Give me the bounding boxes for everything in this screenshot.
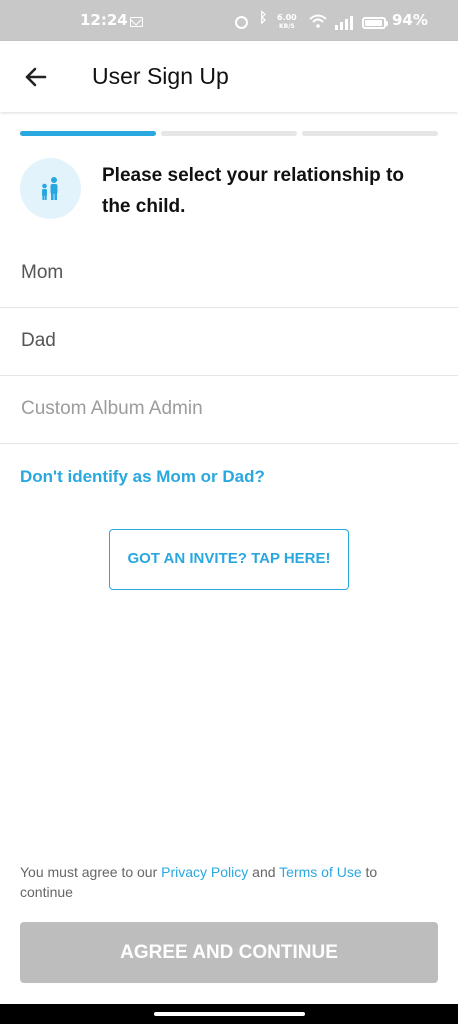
option-dad[interactable]: Dad (0, 308, 458, 376)
battery-percent: 94% (392, 11, 428, 29)
system-nav-bar (0, 1004, 458, 1024)
status-bar: 12:24 ᛒ 6.00 KB/S 94% (0, 0, 458, 41)
app-bar: User Sign Up (0, 41, 458, 112)
terms-prefix: You must agree to our (20, 864, 162, 880)
option-label: Custom Album Admin (21, 398, 203, 419)
identify-alternative-link[interactable]: Don't identify as Mom or Dad? (20, 467, 265, 487)
battery-icon (362, 17, 386, 29)
bluetooth-icon: ᛒ (259, 10, 268, 26)
mail-icon (130, 17, 143, 27)
back-button[interactable] (18, 59, 54, 95)
invite-button[interactable]: GOT AN INVITE? TAP HERE! (109, 529, 349, 590)
terms-of-use-link[interactable]: Terms of Use (279, 864, 361, 880)
option-mom[interactable]: Mom (0, 240, 458, 308)
wifi-icon (309, 14, 327, 28)
option-custom-album-admin[interactable]: Custom Album Admin (0, 376, 458, 444)
progress-step-2 (161, 131, 297, 136)
page-title: User Sign Up (92, 63, 229, 89)
home-indicator[interactable] (154, 1012, 305, 1016)
status-time: 12:24 (80, 11, 128, 29)
battery-tip (386, 21, 388, 26)
option-label: Dad (21, 330, 56, 351)
network-speed-unit: KB/S (279, 23, 295, 30)
option-label: Mom (21, 262, 64, 283)
progress-step-3 (302, 131, 438, 136)
network-speed: 6.00 KB/S (277, 14, 297, 31)
terms-middle: and (248, 864, 280, 880)
progress-steps (20, 131, 438, 136)
privacy-policy-link[interactable]: Privacy Policy (161, 864, 248, 880)
relationship-prompt: Please select your relationship to the c… (102, 165, 404, 217)
progress-step-1 (20, 131, 156, 136)
alarm-icon (235, 16, 248, 29)
parent-child-icon (20, 158, 81, 219)
agree-continue-button[interactable]: AGREE AND CONTINUE (20, 922, 438, 983)
signal-icon (335, 16, 353, 30)
battery-fill (365, 20, 382, 26)
network-speed-value: 6.00 (277, 13, 297, 22)
terms-notice: You must agree to our Privacy Policy and… (20, 862, 430, 902)
arrow-left-icon (25, 67, 47, 87)
